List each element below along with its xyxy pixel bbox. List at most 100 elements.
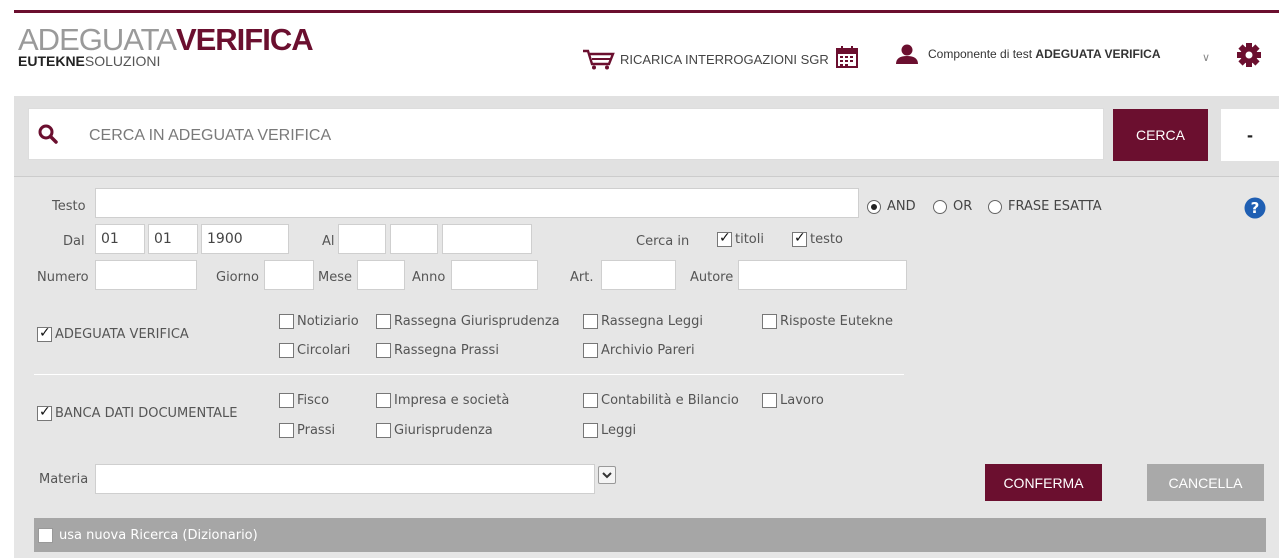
- al-year-input[interactable]: [442, 224, 532, 254]
- chevron-down-icon: [602, 471, 612, 478]
- calendar-icon[interactable]: [836, 46, 858, 68]
- confirm-button[interactable]: CONFERMA: [985, 464, 1102, 501]
- testo-input[interactable]: [95, 188, 859, 218]
- anno-input[interactable]: [451, 260, 538, 290]
- leggi-checkbox[interactable]: Leggi: [583, 423, 636, 438]
- materia-label: Materia: [39, 472, 89, 487]
- dal-month-input[interactable]: 01: [148, 224, 198, 254]
- help-icon[interactable]: ?: [1244, 197, 1266, 219]
- adeguata-verifica-box[interactable]: [37, 325, 52, 342]
- testo-checkbox[interactable]: testo: [792, 230, 843, 247]
- logo-word-1: ADEGUATA: [18, 22, 177, 57]
- search-button[interactable]: CERCA: [1113, 109, 1208, 161]
- notiziario-label: Notiziario: [297, 314, 359, 329]
- giurisprudenza-checkbox[interactable]: Giurisprudenza: [376, 423, 493, 438]
- prassi-label: Prassi: [297, 423, 336, 438]
- banca-dati-box[interactable]: [37, 404, 52, 421]
- cart-icon: [583, 49, 615, 70]
- archivio-pareri-box[interactable]: [583, 343, 598, 358]
- materia-dropdown-button[interactable]: [598, 466, 616, 484]
- rassegna-giurisprudenza-box[interactable]: [376, 314, 391, 329]
- mode-exact-label: FRASE ESATTA: [1008, 199, 1102, 214]
- al-month-input[interactable]: [390, 224, 438, 254]
- mode-and-label: AND: [887, 199, 916, 214]
- leggi-label: Leggi: [601, 423, 637, 438]
- rassegna-giurisprudenza-label: Rassegna Giurisprudenza: [394, 314, 560, 329]
- mode-or[interactable]: OR: [933, 199, 972, 214]
- mode-and[interactable]: AND: [867, 199, 916, 214]
- giurisprudenza-box[interactable]: [376, 423, 391, 438]
- anno-label: Anno: [412, 270, 446, 285]
- impresa-checkbox[interactable]: Impresa e società: [376, 393, 509, 408]
- radio-exact[interactable]: [988, 199, 1002, 214]
- circolari-box[interactable]: [279, 343, 294, 358]
- gear-icon[interactable]: [1236, 42, 1262, 68]
- risposte-eutekne-label: Risposte Eutekne: [780, 314, 893, 329]
- rassegna-giurisprudenza-checkbox[interactable]: Rassegna Giurisprudenza: [376, 314, 560, 329]
- rassegna-prassi-checkbox[interactable]: Rassegna Prassi: [376, 343, 499, 358]
- autore-input[interactable]: [738, 260, 907, 290]
- titoli-checkbox[interactable]: titoli: [717, 230, 764, 247]
- mode-exact[interactable]: FRASE ESATTA: [988, 199, 1102, 214]
- mese-input[interactable]: [357, 260, 405, 290]
- radio-or[interactable]: [933, 199, 947, 214]
- dal-day-input[interactable]: 01: [95, 224, 145, 254]
- notiziario-box[interactable]: [279, 314, 294, 329]
- art-input[interactable]: [601, 260, 676, 290]
- search-placeholder: CERCA IN ADEGUATA VERIFICA: [89, 127, 332, 144]
- mode-or-label: OR: [953, 199, 973, 214]
- cancel-button[interactable]: CANCELLA: [1147, 464, 1264, 501]
- dal-year-input[interactable]: 1900: [201, 224, 289, 254]
- new-search-bar[interactable]: usa nuova Ricerca (Dizionario): [34, 518, 1266, 552]
- giorno-label: Giorno: [216, 270, 259, 285]
- titoli-label: titoli: [735, 232, 764, 247]
- user-menu[interactable]: Componente di test ADEGUATA VERIFICA: [896, 44, 1161, 64]
- cerca-in-label: Cerca in: [636, 234, 690, 249]
- fisco-box[interactable]: [279, 393, 294, 408]
- adeguata-verifica-checkbox[interactable]: ADEGUATA VERIFICA: [37, 325, 189, 342]
- banca-dati-checkbox[interactable]: BANCA DATI DOCUMENTALE: [37, 404, 237, 421]
- contabilita-checkbox[interactable]: Contabilità e Bilancio: [583, 393, 739, 408]
- chevron-down-icon[interactable]: ∨: [1202, 51, 1210, 64]
- search-icon: [38, 124, 58, 144]
- fisco-label: Fisco: [297, 393, 330, 408]
- risposte-eutekne-box[interactable]: [762, 314, 777, 329]
- giorno-input[interactable]: [264, 260, 314, 290]
- logo-word-2: VERIFICA: [175, 22, 314, 57]
- materia-select[interactable]: [95, 464, 595, 494]
- collapse-button[interactable]: -: [1221, 109, 1279, 161]
- giurisprudenza-label: Giurisprudenza: [394, 423, 493, 438]
- leggi-box[interactable]: [583, 423, 598, 438]
- mese-label: Mese: [318, 270, 352, 285]
- impresa-box[interactable]: [376, 393, 391, 408]
- rassegna-leggi-checkbox[interactable]: Rassegna Leggi: [583, 314, 703, 329]
- titoli-box[interactable]: [717, 230, 732, 247]
- lavoro-label: Lavoro: [780, 393, 824, 408]
- user-prefix: Componente di test: [928, 47, 1033, 61]
- radio-and[interactable]: [867, 199, 881, 214]
- risposte-eutekne-checkbox[interactable]: Risposte Eutekne: [762, 314, 893, 329]
- recharge-link[interactable]: RICARICA INTERROGAZIONI SGR: [582, 46, 829, 72]
- contabilita-box[interactable]: [583, 393, 598, 408]
- recharge-label: RICARICA INTERROGAZIONI SGR: [620, 51, 829, 67]
- fisco-checkbox[interactable]: Fisco: [279, 393, 329, 408]
- rassegna-prassi-box[interactable]: [376, 343, 391, 358]
- lavoro-checkbox[interactable]: Lavoro: [762, 393, 824, 408]
- archivio-pareri-checkbox[interactable]: Archivio Pareri: [583, 343, 695, 358]
- group-divider: [34, 374, 904, 375]
- prassi-box[interactable]: [279, 423, 294, 438]
- logo-sub-2: SOLUZIONI: [84, 53, 161, 69]
- contabilita-label: Contabilità e Bilancio: [601, 393, 739, 408]
- impresa-label: Impresa e società: [394, 393, 510, 408]
- notiziario-checkbox[interactable]: Notiziario: [279, 314, 359, 329]
- new-search-checkbox[interactable]: [38, 527, 53, 543]
- autore-label: Autore: [690, 270, 734, 285]
- lavoro-box[interactable]: [762, 393, 777, 408]
- testo-box[interactable]: [792, 230, 807, 247]
- numero-input[interactable]: [95, 260, 197, 290]
- rassegna-leggi-box[interactable]: [583, 314, 598, 329]
- al-day-input[interactable]: [338, 224, 386, 254]
- circolari-checkbox[interactable]: Circolari: [279, 343, 350, 358]
- prassi-checkbox[interactable]: Prassi: [279, 423, 335, 438]
- app-logo[interactable]: ADEGUATAVERIFICA EUTEKNESOLUZIONI: [18, 22, 314, 69]
